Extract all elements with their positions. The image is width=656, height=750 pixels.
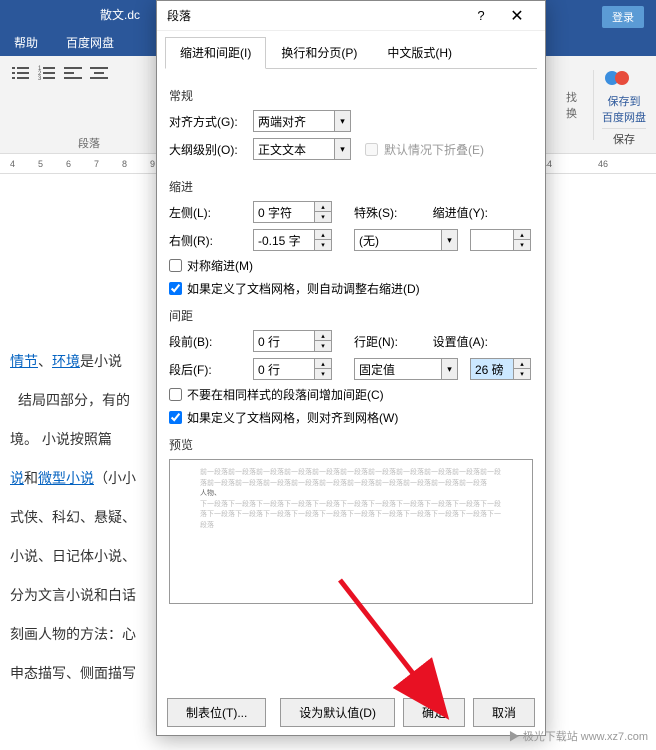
- indent-by-label: 缩进值(Y):: [420, 204, 492, 221]
- chevron-down-icon[interactable]: ▾: [441, 230, 457, 250]
- cancel-button[interactable]: 取消: [473, 698, 535, 727]
- align-center-icon[interactable]: [90, 64, 108, 82]
- menu-baidu[interactable]: 百度网盘: [52, 34, 128, 51]
- preview-box: 前一段落前一段落前一段落前一段落前一段落前一段落前一段落前一段落前一段落前一段落…: [169, 459, 533, 604]
- section-spacing: 间距: [169, 307, 533, 324]
- login-button[interactable]: 登录: [602, 6, 644, 28]
- save-to-label: 保存到: [602, 93, 646, 109]
- spinner-icon[interactable]: ▴▾: [314, 331, 331, 351]
- spacing-at-label: 设置值(A):: [420, 333, 492, 350]
- special-label: 特殊(S):: [354, 204, 414, 221]
- space-before-label: 段前(B):: [169, 333, 247, 350]
- snap-grid-checkbox[interactable]: [169, 411, 182, 424]
- find-label[interactable]: 找: [566, 89, 577, 105]
- link-micronovel[interactable]: 微型小说: [38, 470, 94, 486]
- document-filename: 散文.dc: [100, 6, 140, 23]
- link-env[interactable]: 环境: [52, 353, 80, 369]
- tab-asian-typography[interactable]: 中文版式(H): [372, 37, 467, 68]
- spinner-icon[interactable]: ▴▾: [513, 230, 530, 250]
- tab-line-page-breaks[interactable]: 换行和分页(P): [266, 37, 372, 68]
- chevron-down-icon[interactable]: ▾: [334, 111, 350, 131]
- section-indent: 缩进: [169, 178, 533, 195]
- align-left-icon[interactable]: [64, 64, 82, 82]
- spinner-icon[interactable]: ▴▾: [314, 202, 331, 222]
- indent-left-label: 左侧(L):: [169, 204, 247, 221]
- number-list-icon[interactable]: 123: [38, 64, 56, 82]
- spacing-at-input[interactable]: ▴▾: [470, 358, 531, 380]
- ok-button[interactable]: 确定: [403, 698, 465, 727]
- dialog-title: 段落: [167, 7, 463, 24]
- mirror-indent-label: 对称缩进(M): [187, 257, 253, 274]
- replace-label[interactable]: 换: [566, 105, 577, 121]
- collapse-label: 默认情况下折叠(E): [384, 141, 484, 158]
- chevron-down-icon[interactable]: ▾: [334, 139, 350, 159]
- collapse-checkbox: [365, 143, 378, 156]
- link-plot[interactable]: 情节: [10, 353, 38, 369]
- baidu-cloud-icon[interactable]: [602, 63, 632, 93]
- save-group-label: 保存: [602, 128, 646, 147]
- help-icon[interactable]: ?: [463, 1, 499, 31]
- watermark: ▶ 极光下载站 www.xz7.com: [509, 728, 648, 744]
- spinner-icon[interactable]: ▴▾: [314, 359, 331, 379]
- menu-help[interactable]: 帮助: [0, 34, 52, 51]
- indent-right-label: 右侧(R):: [169, 232, 247, 249]
- indent-left-input[interactable]: ▴▾: [253, 201, 332, 223]
- paragraph-dialog: 段落 ? ✕ 缩进和间距(I) 换行和分页(P) 中文版式(H) 常规 对齐方式…: [156, 0, 546, 736]
- space-before-input[interactable]: ▴▾: [253, 330, 332, 352]
- indent-right-input[interactable]: ▴▾: [253, 229, 332, 251]
- set-default-button[interactable]: 设为默认值(D): [280, 698, 395, 727]
- space-after-input[interactable]: ▴▾: [253, 358, 332, 380]
- indent-by-input[interactable]: ▴▾: [470, 229, 531, 251]
- close-icon[interactable]: ✕: [499, 1, 535, 31]
- save-baidu-label: 百度网盘: [602, 109, 646, 125]
- line-spacing-select[interactable]: ▾: [354, 358, 458, 380]
- link-novel[interactable]: 说: [10, 470, 24, 486]
- chevron-down-icon[interactable]: ▾: [441, 359, 457, 379]
- auto-adjust-indent-checkbox[interactable]: [169, 282, 182, 295]
- svg-text:3: 3: [38, 76, 42, 82]
- no-space-same-style-checkbox[interactable]: [169, 388, 182, 401]
- alignment-label: 对齐方式(G):: [169, 113, 247, 130]
- no-space-same-style-label: 不要在相同样式的段落间增加间距(C): [187, 386, 384, 403]
- spinner-icon[interactable]: ▴▾: [314, 230, 331, 250]
- tabs-button[interactable]: 制表位(T)...: [167, 698, 266, 727]
- tab-indent-spacing[interactable]: 缩进和间距(I): [165, 37, 266, 69]
- alignment-select[interactable]: ▾: [253, 110, 351, 132]
- spinner-icon[interactable]: ▴▾: [513, 359, 530, 379]
- auto-adjust-indent-label: 如果定义了文档网格，则自动调整右缩进(D): [187, 280, 420, 297]
- special-select[interactable]: ▾: [354, 229, 458, 251]
- snap-grid-label: 如果定义了文档网格，则对齐到网格(W): [187, 409, 398, 426]
- mirror-indent-checkbox[interactable]: [169, 259, 182, 272]
- outline-select[interactable]: ▾: [253, 138, 351, 160]
- outline-label: 大纲级别(O):: [169, 141, 247, 158]
- ribbon-group-paragraph: 段落: [78, 135, 100, 151]
- space-after-label: 段后(F):: [169, 361, 247, 378]
- section-general: 常规: [169, 87, 533, 104]
- section-preview: 预览: [169, 436, 533, 453]
- line-spacing-label: 行距(N):: [354, 333, 414, 350]
- bullet-list-icon[interactable]: [12, 64, 30, 82]
